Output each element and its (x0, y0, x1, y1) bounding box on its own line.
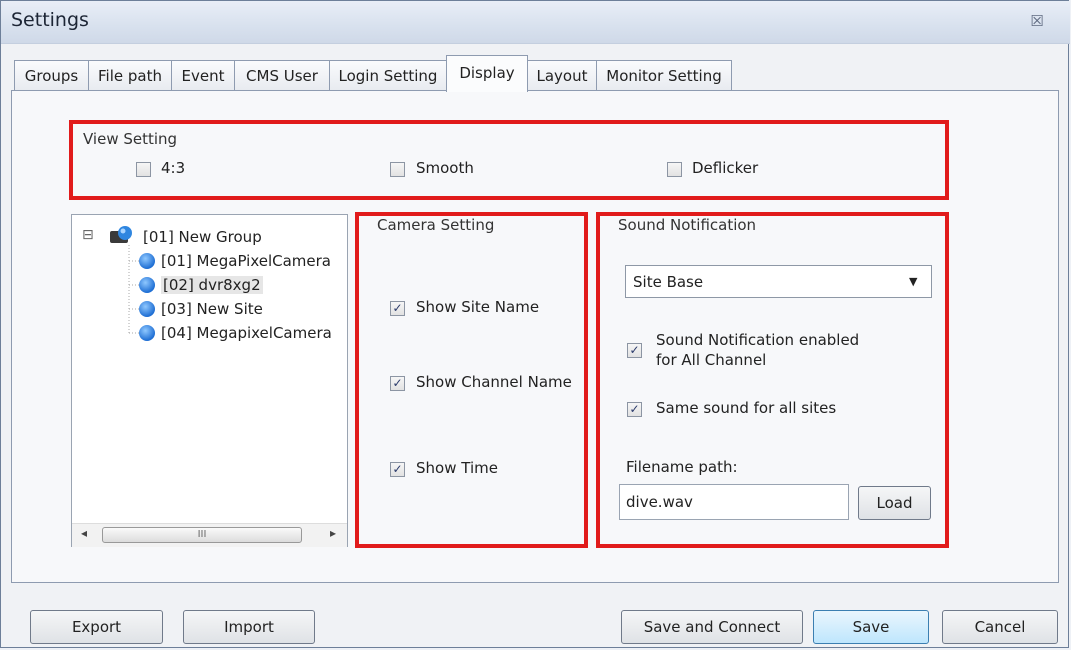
aspect-4-3-label: 4:3 (161, 159, 186, 177)
view-setting-label: View Setting (83, 130, 178, 148)
show-site-name-label: Show Site Name (416, 298, 540, 316)
aspect-4-3-checkbox[interactable] (136, 162, 151, 177)
sound-enabled-all-label-line2: for All Channel (656, 351, 767, 369)
window-title: Settings (11, 9, 89, 31)
show-time-label: Show Time (416, 459, 498, 477)
show-site-name-checkbox[interactable]: ✓ (390, 301, 405, 316)
tab-groups[interactable]: Groups (14, 60, 89, 90)
view-setting-group (69, 120, 949, 200)
camera-node-icon (139, 301, 155, 317)
save-button[interactable]: Save (813, 610, 929, 644)
filename-path-field[interactable] (619, 484, 849, 520)
deflicker-checkbox[interactable] (667, 162, 682, 177)
cancel-button[interactable]: Cancel (942, 610, 1058, 644)
camera-node-icon (139, 325, 155, 341)
camera-setting-label: Camera Setting (377, 216, 495, 234)
tree-item[interactable]: [02] dvr8xg2 (161, 276, 263, 294)
close-button[interactable]: ☒ (1023, 10, 1051, 32)
show-time-checkbox[interactable]: ✓ (390, 462, 405, 477)
scroll-left-arrow-icon[interactable]: ◂ (81, 526, 87, 540)
tab-monitor-setting[interactable]: Monitor Setting (596, 60, 732, 90)
tab-login-setting[interactable]: Login Setting (329, 60, 447, 90)
filename-path-label: Filename path: (626, 458, 738, 476)
tree-item[interactable]: [01] MegaPixelCamera (161, 252, 331, 270)
save-and-connect-button[interactable]: Save and Connect (621, 610, 803, 644)
sound-notification-label: Sound Notification (618, 216, 757, 234)
settings-window: Settings ☒ Groups File path Event CMS Us… (0, 0, 1070, 648)
horizontal-scrollbar[interactable]: ◂ III ▸ (72, 523, 347, 547)
deflicker-label: Deflicker (692, 159, 759, 177)
show-channel-name-checkbox[interactable]: ✓ (390, 376, 405, 391)
tab-cms-user[interactable]: CMS User (234, 60, 330, 90)
scroll-right-arrow-icon[interactable]: ▸ (330, 526, 336, 540)
load-button[interactable]: Load (858, 486, 931, 520)
tree-item[interactable]: [03] New Site (161, 300, 263, 318)
sound-mode-select[interactable]: Site Base ▼ (625, 265, 932, 298)
chevron-down-icon: ▼ (909, 275, 918, 288)
export-button[interactable]: Export (30, 610, 163, 644)
sound-mode-selected-value: Site Base (633, 273, 704, 291)
tree-item[interactable]: [04] MegapixelCamera (161, 324, 332, 342)
tab-layout[interactable]: Layout (527, 60, 597, 90)
smooth-label: Smooth (416, 159, 474, 177)
tab-file-path[interactable]: File path (88, 60, 172, 90)
show-channel-name-label: Show Channel Name (416, 373, 572, 391)
title-bar: Settings ☒ (1, 1, 1070, 44)
camera-node-icon (139, 253, 155, 269)
sound-enabled-all-channel-checkbox[interactable]: ✓ (627, 343, 642, 358)
site-tree[interactable]: ⊟ [01] New Group [01] MegaPixelCamera [0… (71, 214, 348, 547)
sound-enabled-all-label-line1: Sound Notification enabled (656, 331, 860, 349)
smooth-checkbox[interactable] (390, 162, 405, 177)
tab-display[interactable]: Display (446, 55, 528, 92)
tab-event[interactable]: Event (171, 60, 235, 90)
camera-node-icon (139, 277, 155, 293)
same-sound-all-sites-label: Same sound for all sites (656, 399, 837, 417)
same-sound-all-sites-checkbox[interactable]: ✓ (627, 402, 642, 417)
import-button[interactable]: Import (183, 610, 315, 644)
scroll-thumb[interactable]: III (102, 527, 302, 543)
